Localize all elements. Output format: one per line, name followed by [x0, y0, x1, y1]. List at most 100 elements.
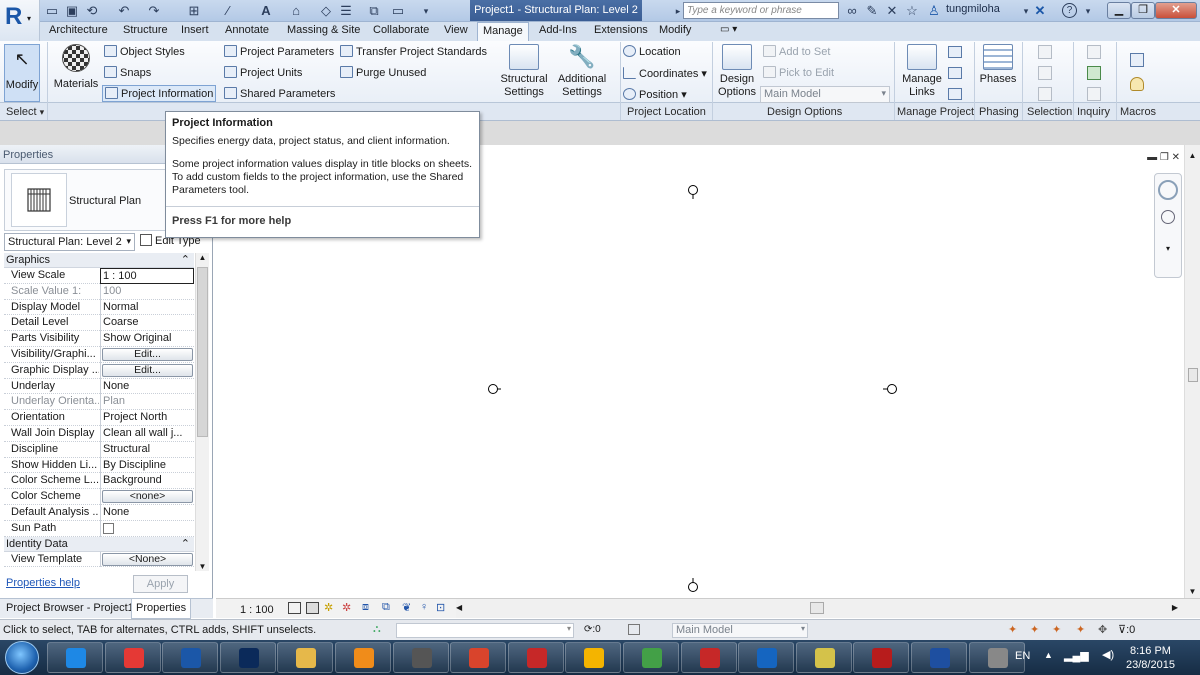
coordinates-button[interactable]: Coordinates ▾ [623, 67, 707, 80]
user-icon[interactable]: ♙ [926, 3, 942, 19]
close-button[interactable]: ✕ [1155, 2, 1197, 19]
taskbar-app-evernote[interactable] [623, 642, 679, 673]
scroll-thumb[interactable] [197, 267, 208, 437]
view-template-button[interactable]: <None> [102, 552, 193, 566]
redo-icon[interactable]: ↷ [146, 3, 162, 19]
apply-button[interactable]: Apply [133, 575, 188, 593]
save-selection-icon[interactable] [1038, 45, 1052, 59]
nav-dropdown-icon[interactable]: ▾ [1155, 244, 1181, 253]
elevation-marker-south[interactable] [688, 578, 698, 592]
view-window-controls[interactable]: ▬ ❐ ✕ [1147, 152, 1180, 163]
volume-icon[interactable]: ◀) [1102, 648, 1114, 661]
property-row[interactable]: Detail Level Coarse [4, 315, 194, 332]
shared-parameters-button[interactable]: Shared Parameters [224, 87, 335, 100]
tab-add-ins[interactable]: Add-Ins [539, 24, 577, 36]
clock[interactable]: 8:16 PM 23/8/2015 [1126, 644, 1175, 672]
manage-links-button[interactable]: Manage Links [902, 44, 942, 99]
show-crop-icon[interactable]: ⧉ [382, 601, 390, 614]
select-pinned-icon[interactable]: ✦ [1052, 623, 1061, 636]
select-underlay-icon[interactable]: ✦ [1030, 623, 1039, 636]
help-dropdown-icon[interactable]: ▾ [1080, 3, 1096, 19]
taskbar-app-media-player[interactable] [335, 642, 391, 673]
select-by-id-icon[interactable] [1087, 66, 1101, 80]
location-button[interactable]: Location [623, 45, 681, 58]
structural-settings-button[interactable]: Structural Settings [500, 44, 548, 99]
drawing-horizontal-scrollbar[interactable]: ◀ ▶ [456, 598, 1200, 618]
application-menu-button[interactable]: R ▾ [0, 0, 40, 41]
binoculars-icon[interactable]: ∞ [844, 3, 860, 19]
taskbar-app-acrobat[interactable] [680, 642, 737, 673]
select-by-face-icon[interactable]: ✦ [1076, 623, 1085, 636]
tab-modify[interactable]: Modify [659, 24, 691, 36]
object-styles-button[interactable]: Object Styles [104, 45, 185, 58]
tab-view[interactable]: View [444, 24, 468, 36]
position-button[interactable]: Position ▾ [623, 88, 687, 101]
worksharing-icon[interactable]: ⛬ [373, 623, 381, 636]
sun-path-icon[interactable]: ✲ [324, 601, 333, 614]
property-row[interactable]: Discipline Structural [4, 441, 194, 458]
property-row[interactable]: Orientation Project North [4, 410, 194, 426]
group-identity-data[interactable]: Identity Data ⌃ [4, 536, 194, 552]
additional-settings-button[interactable]: 🔧 Additional Settings [556, 44, 608, 99]
scroll-left-icon[interactable]: ◀ [456, 603, 462, 612]
property-row[interactable]: Sun Path [4, 520, 194, 537]
property-row[interactable]: Parts Visibility Show Original [4, 331, 194, 347]
taskbar-app-pdf[interactable] [853, 642, 910, 673]
tab-collaborate[interactable]: Collaborate [373, 24, 429, 36]
project-information-button[interactable]: Project Information [102, 85, 217, 102]
scroll-thumb[interactable] [810, 602, 824, 614]
steering-wheel-icon[interactable] [1158, 180, 1178, 200]
phases-button[interactable]: Phases [978, 44, 1018, 86]
taskbar-app-revit[interactable] [162, 642, 219, 673]
purge-unused-button[interactable]: Purge Unused [340, 66, 426, 79]
detail-level-icon[interactable] [288, 602, 301, 614]
macro-security-icon[interactable] [1130, 77, 1144, 91]
tray-expand-icon[interactable]: ▲ [1044, 650, 1053, 660]
crop-view-icon[interactable]: ⧈ [362, 601, 369, 614]
minimize-button[interactable]: ▁ [1107, 2, 1131, 19]
property-row[interactable]: View Scale 1 : 100 [4, 268, 194, 284]
taskbar-app-word[interactable] [911, 642, 967, 673]
taskbar-app-explorer[interactable] [277, 642, 334, 673]
scroll-right-icon[interactable]: ▶ [1172, 603, 1178, 612]
switch-windows-icon[interactable]: ▭ [390, 3, 406, 19]
ids-of-selection-icon[interactable] [1087, 45, 1101, 59]
starting-view-icon[interactable] [948, 46, 962, 58]
property-row[interactable]: Underlay None [4, 378, 194, 395]
start-button[interactable] [5, 641, 39, 674]
exchange-icon[interactable]: ✕ [1032, 3, 1048, 19]
subscription-icon[interactable]: ✎ [864, 3, 880, 19]
property-row[interactable]: Default Analysis ... None [4, 504, 194, 521]
3d-view-icon[interactable]: ⌂ [288, 3, 304, 19]
navigation-bar[interactable]: ▾ [1154, 173, 1182, 278]
taskbar-app-chrome[interactable] [565, 642, 622, 673]
design-options-status-icon[interactable] [628, 624, 640, 635]
property-row[interactable]: Show Hidden Li... By Discipline [4, 457, 194, 474]
save-icon[interactable]: ▣ [64, 3, 80, 19]
undo-icon[interactable]: ↶ [116, 3, 132, 19]
taskbar-app-ie[interactable] [47, 642, 103, 673]
filter-icon[interactable]: ⊽:0 [1118, 623, 1135, 636]
properties-help-link[interactable]: Properties help [6, 577, 80, 589]
materials-button[interactable]: Materials [52, 44, 100, 91]
elevation-marker-west[interactable] [488, 384, 502, 394]
input-language[interactable]: EN [1015, 650, 1030, 662]
macro-manager-icon[interactable] [1130, 53, 1144, 67]
main-model-status-select[interactable]: Main Model ▾ [672, 623, 808, 638]
select-links-icon[interactable]: ✦ [1008, 623, 1017, 636]
taskbar-app-photoshop[interactable] [219, 642, 276, 673]
text-icon[interactable]: A [258, 3, 274, 19]
view-instance-select[interactable]: Structural Plan: Level 2 ▾ [4, 233, 135, 251]
decal-types-icon[interactable] [948, 67, 962, 79]
editable-only-icon[interactable]: ⟳:0 [584, 624, 601, 635]
select-panel-label[interactable]: Select ▾ [6, 106, 44, 118]
view-scale-field[interactable]: 1 : 100 [100, 268, 194, 284]
tab-structure[interactable]: Structure [123, 24, 168, 36]
property-row[interactable]: View Template <None> [4, 551, 194, 568]
snaps-button[interactable]: Snaps [104, 66, 151, 79]
visibility-graphics-edit-button[interactable]: Edit... [102, 347, 193, 361]
close-hidden-icon[interactable]: ⧉ [366, 3, 382, 19]
thin-lines-icon[interactable]: ☰ [338, 3, 354, 19]
graphic-display-edit-button[interactable]: Edit... [102, 363, 193, 377]
property-row[interactable]: Visibility/Graphi... Edit... [4, 346, 194, 363]
